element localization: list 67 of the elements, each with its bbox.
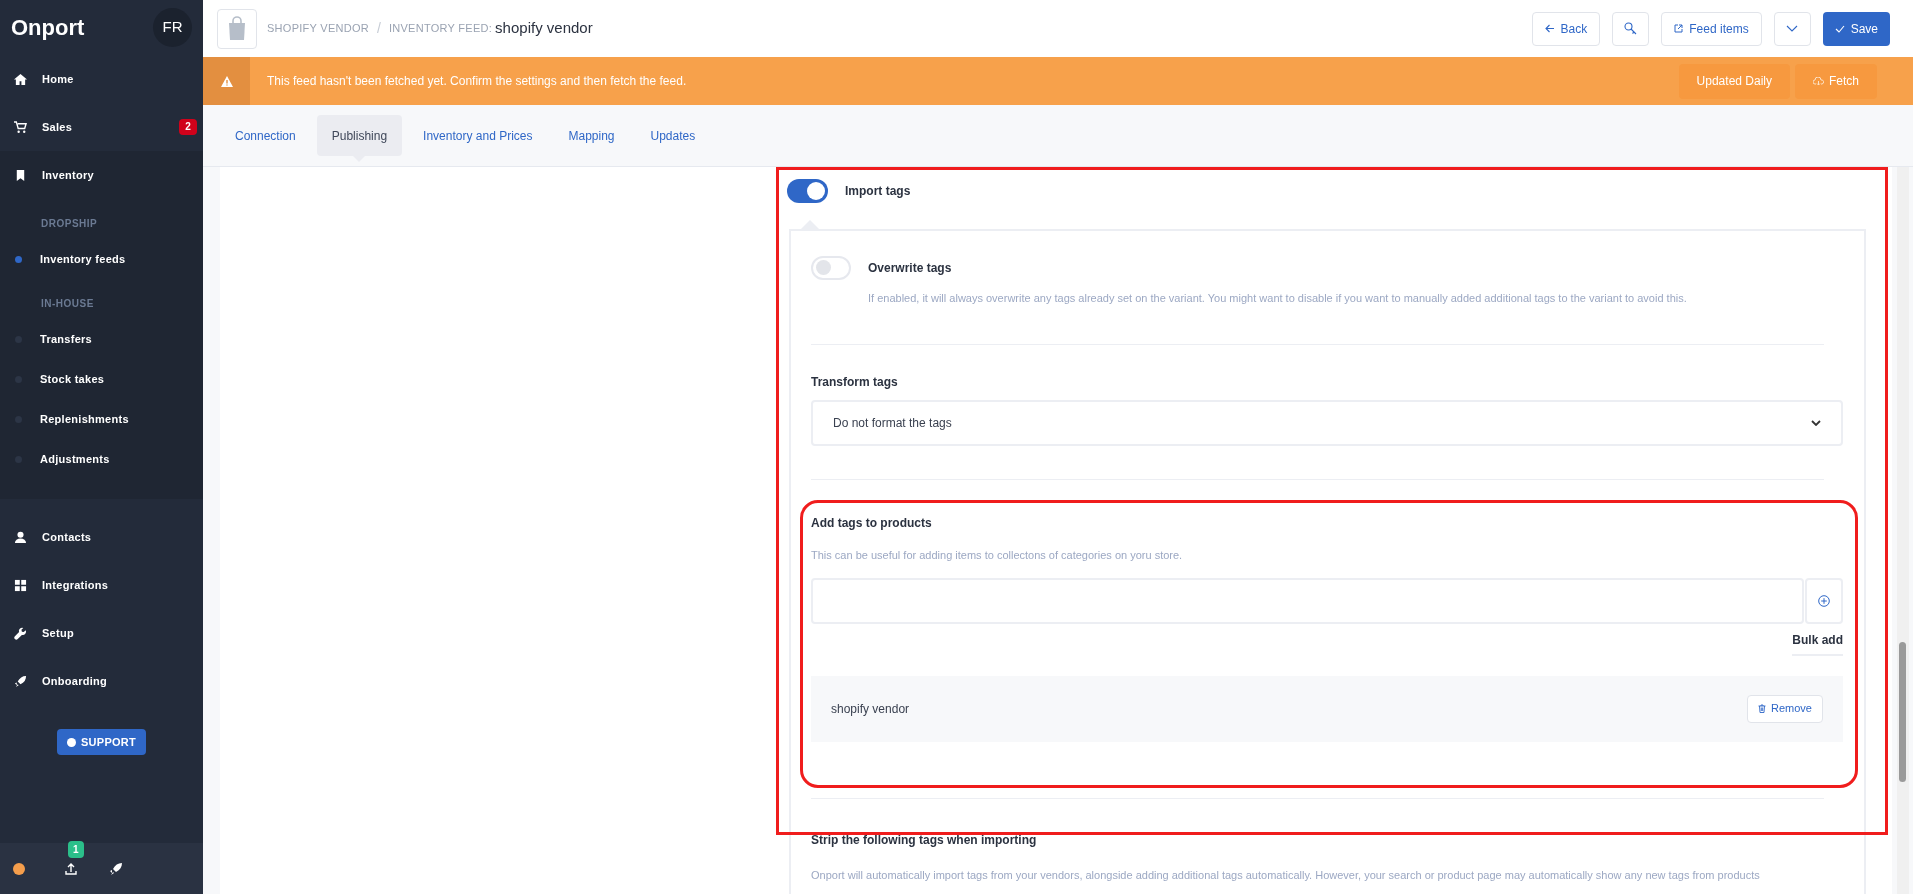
remove-button[interactable]: Remove bbox=[1747, 694, 1823, 723]
tab[interactable]: Updates bbox=[635, 115, 711, 156]
overwrite-tags-toggle[interactable] bbox=[811, 255, 851, 280]
cart-icon bbox=[14, 120, 27, 134]
sidebar-item[interactable]: Contacts bbox=[0, 513, 203, 561]
warning-message: This feed hasn't been fetched yet. Confirm the settings and then fetch the feed. bbox=[267, 73, 687, 90]
grid-icon bbox=[14, 578, 27, 592]
add-tags-label: Add tags to products bbox=[811, 515, 933, 532]
add-tags-description: This can be useful for adding items to collectons of categories on yoru store. bbox=[811, 548, 1184, 563]
add-tag-button[interactable] bbox=[1805, 577, 1843, 624]
cloud-download-icon bbox=[1813, 76, 1824, 86]
save-button[interactable]: Save bbox=[1822, 11, 1890, 46]
notification-count: 1 bbox=[68, 840, 84, 858]
sidebar-item[interactable]: Integrations bbox=[0, 561, 203, 609]
check-icon bbox=[1834, 24, 1845, 33]
sidebar-section-heading: DROPSHIP bbox=[40, 216, 99, 231]
import-tags-toggle[interactable] bbox=[787, 179, 828, 204]
sidebar-section-heading: IN-HOUSE bbox=[40, 296, 95, 311]
tag-name: shopify vendor bbox=[831, 700, 910, 718]
key-button[interactable] bbox=[1612, 11, 1650, 46]
bulk-add-tab[interactable]: Bulk add bbox=[1792, 630, 1843, 656]
wrench-icon bbox=[14, 626, 27, 640]
tab[interactable]: Inventory and Prices bbox=[408, 115, 548, 156]
strip-tags-label: Strip the following tags when importing bbox=[811, 831, 1038, 849]
overwrite-tags-label: Overwrite tags bbox=[868, 259, 952, 277]
feed-label: INVENTORY FEED: bbox=[388, 21, 493, 37]
external-link-icon bbox=[1674, 24, 1684, 33]
sidebar-item[interactable]: Sales 2 bbox=[0, 103, 203, 151]
feed-name: shopify vendor bbox=[495, 18, 593, 39]
rocket-icon bbox=[14, 674, 27, 688]
support-button[interactable]: SUPPORT bbox=[56, 729, 147, 755]
sidebar-item[interactable]: Stock takes bbox=[40, 370, 105, 388]
trash-icon bbox=[1758, 704, 1767, 713]
sidebar-item[interactable]: Onboarding bbox=[0, 657, 203, 705]
arrow-left-icon bbox=[1544, 24, 1555, 33]
chevron-down-icon bbox=[1786, 25, 1799, 32]
overwrite-tags-description: If enabled, it will always overwrite any tags already set on the variant. You might want to disable if you want to manually added additional tags to the variant to avoid this. bbox=[868, 290, 1688, 306]
sidebar-item[interactable]: Transfers bbox=[40, 330, 92, 348]
upload-icon[interactable] bbox=[64, 861, 78, 876]
sidebar-item[interactable]: Home bbox=[0, 55, 203, 103]
sidebar-item[interactable]: Inventory bbox=[0, 151, 203, 199]
back-button[interactable]: Back bbox=[1531, 11, 1601, 46]
transform-tags-select[interactable]: Do not format the tags bbox=[811, 400, 1843, 446]
count-badge: 2 bbox=[179, 119, 197, 135]
breadcrumb-separator: / bbox=[377, 19, 381, 38]
feed-items-button[interactable]: Feed items bbox=[1661, 11, 1762, 46]
sidebar-item[interactable]: Replenishments bbox=[40, 410, 129, 428]
import-tags-label: Import tags bbox=[845, 183, 911, 201]
strip-tags-description: Onport will automatically import tags from your vendors, alongside adding additional tags automatically. However, your search or product page may automatically show any new tags from products bbox=[811, 867, 1761, 883]
sidebar-item[interactable]: Adjustments bbox=[40, 450, 110, 468]
home-icon bbox=[14, 72, 27, 86]
transform-tags-label: Transform tags bbox=[811, 374, 899, 391]
tab[interactable]: Mapping bbox=[553, 115, 630, 156]
tab[interactable]: Connection bbox=[220, 115, 311, 156]
avatar[interactable]: FR bbox=[153, 8, 192, 47]
more-dropdown-button[interactable] bbox=[1773, 11, 1811, 46]
plus-circle-icon bbox=[1818, 594, 1830, 607]
user-icon bbox=[14, 530, 27, 544]
sidebar-item[interactable]: Setup bbox=[0, 609, 203, 657]
rocket-icon[interactable] bbox=[109, 861, 123, 876]
scrollbar[interactable] bbox=[1897, 167, 1909, 894]
shop-bag-icon bbox=[217, 8, 257, 49]
tab[interactable]: Publishing bbox=[316, 115, 403, 156]
app-logo[interactable]: Onport bbox=[11, 11, 85, 44]
bookmark-icon bbox=[14, 168, 27, 182]
chevron-down-icon bbox=[1811, 420, 1821, 426]
sidebar-item[interactable]: Inventory feeds bbox=[40, 250, 126, 268]
